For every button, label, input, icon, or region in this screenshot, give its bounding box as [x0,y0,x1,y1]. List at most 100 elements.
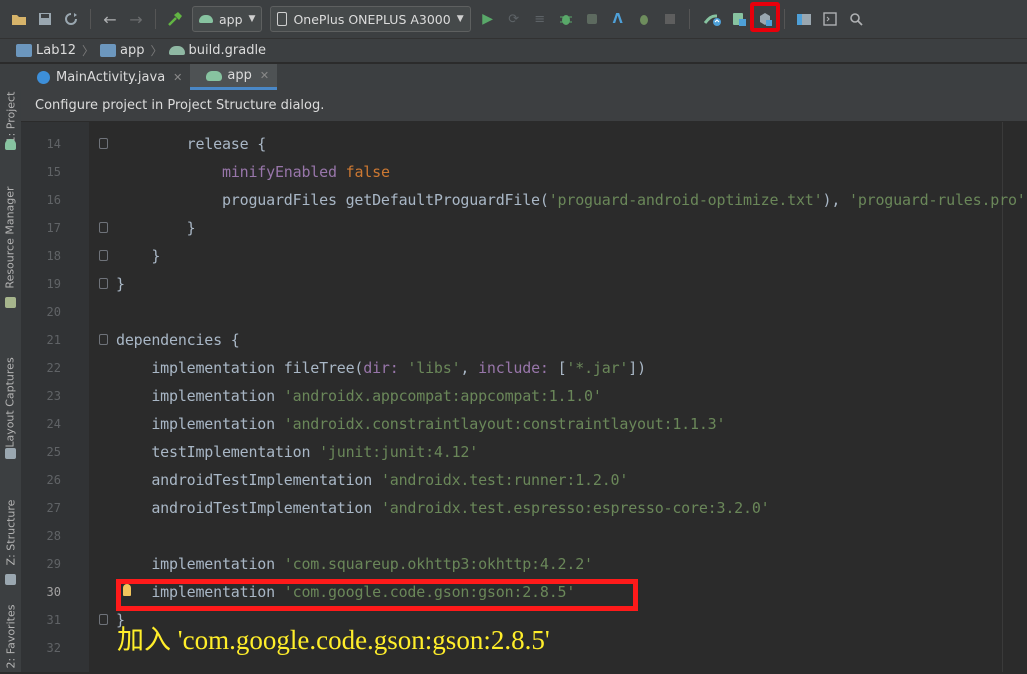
code-token: 'androidx.constraintlayout:constraintlay… [283,415,726,433]
code-line[interactable]: 14 release { [21,130,1027,158]
java-class-icon [37,71,50,84]
tool-tab-layout-captures[interactable]: Layout Captures [0,352,21,452]
code-token: 'proguard-rules.pro' [848,191,1026,209]
code-line[interactable]: 17 } [21,214,1027,242]
tab-app-gradle[interactable]: app ✕ [190,64,278,90]
tool-tab-favorites[interactable]: 2: Favorites [0,599,21,674]
tool-tab-label: Z: Structure [4,499,18,565]
run-with-coverage-icon[interactable] [581,8,603,30]
breadcrumb-item-module[interactable]: app [100,43,145,58]
line-number: 16 [46,193,61,207]
line-number: 22 [46,361,61,375]
code-line[interactable]: 19} [21,270,1027,298]
terminal-icon[interactable] [819,8,841,30]
code-line[interactable]: 27 androidTestImplementation 'androidx.t… [21,494,1027,522]
breadcrumb-item-project[interactable]: Lab12 [16,43,76,58]
project-folder-icon [16,44,32,57]
tab-label: MainActivity.java [56,70,166,85]
apply-code-changes-icon[interactable]: ≡ [529,8,551,30]
line-number: 20 [46,305,61,319]
line-number: 23 [46,389,61,403]
search-icon[interactable] [845,8,867,30]
code-line[interactable]: 18 } [21,242,1027,270]
fold-marker-icon[interactable] [99,334,108,345]
code-line[interactable]: 29 implementation 'com.squareup.okhttp3:… [21,550,1027,578]
back-arrow-icon[interactable]: ← [99,8,121,30]
fold-marker-icon[interactable] [99,614,108,625]
fold-marker-icon[interactable] [99,138,108,149]
line-number: 28 [46,529,61,543]
structure-icon [5,574,16,585]
code-line[interactable]: 23 implementation 'androidx.appcompat:ap… [21,382,1027,410]
profile-icon[interactable]: ᐱ [607,8,629,30]
forward-arrow-icon[interactable]: → [125,8,147,30]
android-icon [199,15,213,23]
chevron-down-icon: ▼ [456,14,464,24]
make-project-hammer-icon[interactable] [164,8,186,30]
apply-changes-icon[interactable]: ⟳ [503,8,525,30]
device-selector-dropdown[interactable]: OnePlus ONEPLUS A3000 ▼ [270,6,471,32]
code-text: androidTestImplementation 'androidx.test… [116,494,769,522]
close-icon[interactable]: ✕ [173,71,182,84]
phone-icon [277,12,288,26]
code-line[interactable]: 21 dependencies { [21,326,1027,354]
code-token: implementation [116,555,284,573]
toolbar-separator [155,9,156,29]
close-icon[interactable]: ✕ [260,69,269,82]
code-token: dir: [363,359,408,377]
run-configuration-dropdown[interactable]: app ▼ [192,6,263,32]
code-line[interactable]: 26 androidTestImplementation 'androidx.t… [21,466,1027,494]
breadcrumb-label: build.gradle [188,43,267,58]
code-line[interactable]: 15 minifyEnabled false [21,158,1027,186]
tool-tab-label: Resource Manager [4,185,18,289]
code-text: dependencies { [116,326,240,354]
code-token: 'junit:junit:4.12' [319,443,479,461]
line-number: 27 [46,501,61,515]
tool-tab-structure[interactable]: Z: Structure [0,492,21,572]
code-token: } [116,275,125,293]
line-number: 24 [46,417,61,431]
code-line[interactable]: 28 [21,522,1027,550]
code-text: } [116,214,196,242]
breadcrumb-item-file[interactable]: build.gradle [168,43,267,58]
fold-marker-icon[interactable] [99,222,108,233]
tab-mainactivity-java[interactable]: MainActivity.java ✕ [21,65,190,90]
code-text: } [116,242,160,270]
breadcrumb-label: app [120,43,145,58]
sdk-manager-icon[interactable] [754,8,776,30]
fold-marker-icon[interactable] [99,250,108,261]
code-token: implementation [116,583,284,601]
tool-tab-resource-manager[interactable]: Resource Manager [0,182,21,292]
code-line[interactable]: 16 proguardFiles getDefaultProguardFile(… [21,186,1027,214]
code-text: implementation 'androidx.appcompat:appco… [116,382,602,410]
code-text: implementation fileTree(dir: 'libs', inc… [116,354,646,382]
code-line[interactable]: 25 testImplementation 'junit:junit:4.12' [21,438,1027,466]
debug-icon[interactable] [555,8,577,30]
sync-project-gradle-icon[interactable] [702,8,724,30]
attach-debugger-icon[interactable] [633,8,655,30]
notification-text: Configure project in Project Structure d… [35,98,325,113]
avd-manager-icon[interactable] [728,8,750,30]
code-line[interactable]: 24 implementation 'androidx.constraintla… [21,410,1027,438]
toolbar-separator [90,9,91,29]
synchronize-icon[interactable] [60,8,82,30]
code-text: proguardFiles getDefaultProguardFile('pr… [116,186,1026,214]
gradle-icon [168,46,185,55]
breadcrumb-separator-icon: 〉 [150,44,163,58]
code-token: 'com.google.code.gson:gson:2.8.5' [283,583,576,601]
main-toolbar: ← → app ▼ OnePlus ONEPLUS A3000 ▼ ▶ ⟳ ≡ … [0,0,1027,39]
code-line[interactable]: 30 implementation 'com.google.code.gson:… [21,578,1027,606]
code-token: androidTestImplementation [116,471,381,489]
code-line[interactable]: 20 [21,298,1027,326]
tool-tab-label: Layout Captures [4,356,18,448]
open-folder-icon[interactable] [8,8,30,30]
layout-captures-icon [5,448,16,459]
stop-icon[interactable] [659,8,681,30]
save-all-icon[interactable] [34,8,56,30]
run-icon[interactable]: ▶ [477,8,499,30]
code-editor[interactable]: 14 release {15 minifyEnabled false 16 pro… [21,122,1027,672]
fold-marker-icon[interactable] [99,278,108,289]
project-structure-icon[interactable] [793,8,815,30]
code-line[interactable]: 22 implementation fileTree(dir: 'libs', … [21,354,1027,382]
